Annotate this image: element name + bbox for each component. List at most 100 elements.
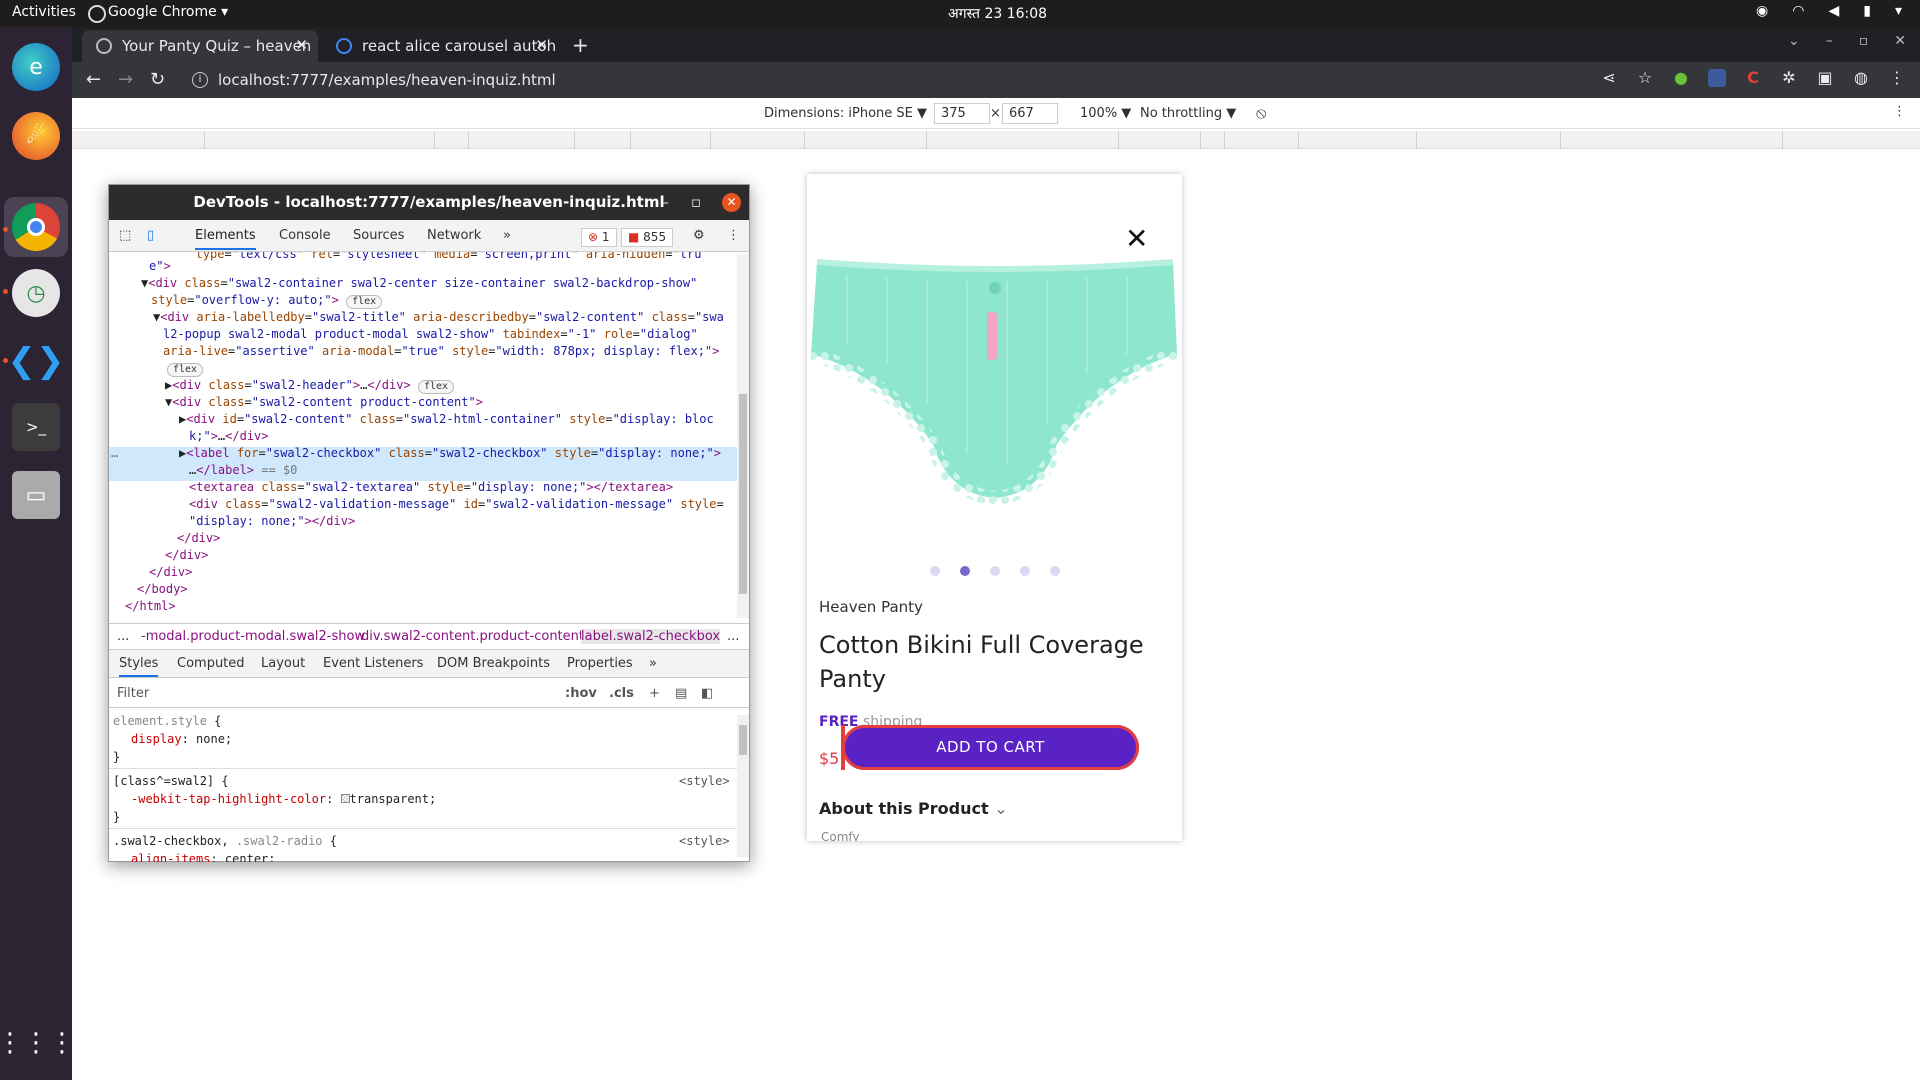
computed-styles-icon[interactable]: ▤	[675, 686, 687, 701]
tab-computed[interactable]: Computed	[177, 656, 245, 671]
c-extension-icon[interactable]: C	[1744, 69, 1762, 87]
running-indicator	[3, 227, 8, 232]
carousel-dot-active[interactable]	[959, 566, 970, 576]
breadcrumb-more-right[interactable]: ...	[727, 629, 739, 644]
breadcrumb-label[interactable]: label.swal2-checkbox	[581, 629, 721, 644]
device-more-icon[interactable]: ⋮	[1893, 104, 1906, 119]
more-tabs-icon[interactable]: »	[503, 228, 511, 243]
address-bar[interactable]: i localhost:7777/examples/heaven-inquiz.…	[184, 66, 1604, 94]
styles-filter-input[interactable]: Filter	[117, 686, 149, 701]
rotate-icon[interactable]: ⦸	[1256, 103, 1266, 123]
breadcrumb-modal[interactable]: -modal.product-modal.swal2-show	[141, 629, 365, 644]
tab-search-icon[interactable]: ⌄	[1788, 33, 1800, 49]
clock[interactable]: अगस्त 23 16:08	[948, 4, 1047, 23]
frog-extension-icon[interactable]: ●	[1672, 69, 1690, 87]
breadcrumb-content[interactable]: div.swal2-content.product-content	[361, 629, 584, 644]
timeshift-icon[interactable]: ◷	[12, 269, 60, 317]
cls-toggle[interactable]: .cls	[609, 686, 634, 701]
settings-gear-icon[interactable]: ⚙	[693, 228, 705, 243]
share-icon[interactable]: ⋖	[1600, 69, 1618, 87]
puzzle-extensions-icon[interactable]: ✲	[1780, 69, 1798, 87]
devtools-window: DevTools - localhost:7777/examples/heave…	[108, 184, 750, 862]
chrome-menu-icon[interactable]: ⋮	[1888, 69, 1906, 87]
tab-elements[interactable]: Elements	[195, 228, 256, 250]
media-query-ruler[interactable]	[72, 131, 1920, 149]
viewport-height-input[interactable]	[1002, 103, 1058, 124]
hov-toggle[interactable]: :hov	[565, 686, 597, 701]
breadcrumb-more-left[interactable]: ...	[117, 629, 129, 644]
tab-network[interactable]: Network	[427, 228, 481, 243]
extension-icon[interactable]	[1708, 69, 1726, 87]
warning-count-badge[interactable]: ■ 855	[621, 228, 674, 247]
carousel-dot[interactable]	[1049, 566, 1060, 576]
inspect-element-icon[interactable]: ⬚	[119, 228, 131, 243]
device-dimensions-select[interactable]: Dimensions: iPhone SE ▼	[764, 106, 927, 121]
more-style-tabs-icon[interactable]: »	[649, 656, 657, 671]
devtools-menu-icon[interactable]: ⋮	[727, 228, 740, 243]
app-menu[interactable]: Google Chrome ▾	[87, 4, 228, 23]
style-rules[interactable]: element.style { display: none; } [class^…	[109, 708, 737, 862]
site-info-icon[interactable]: i	[192, 72, 208, 88]
styles-filter-bar: Filter :hov .cls + ▤ ◧	[109, 678, 749, 708]
tab-panty-quiz[interactable]: Your Panty Quiz – heaven ✕	[82, 30, 318, 62]
product-description-preview: Comfy	[821, 830, 860, 841]
device-toggle-icon[interactable]: ▯	[147, 228, 154, 243]
elements-dom-tree[interactable]: type="text/css" rel="stylesheet" media="…	[109, 252, 737, 620]
vscode-icon[interactable]: ❮❯	[8, 337, 65, 385]
close-modal-button[interactable]: ✕	[1125, 222, 1148, 255]
close-icon[interactable]: ✕	[722, 193, 741, 212]
about-product-toggle[interactable]: About this Product ⌄	[819, 799, 1008, 818]
minimize-icon[interactable]: –	[662, 185, 670, 220]
tab-react-alice[interactable]: react alice carousel autoh ✕	[322, 30, 558, 62]
firefox-icon[interactable]: ☄	[12, 112, 60, 160]
tab-layout[interactable]: Layout	[261, 656, 305, 671]
carousel-dot[interactable]	[989, 566, 1000, 576]
minimize-icon[interactable]: –	[1826, 33, 1833, 49]
dom-tree-scrollbar[interactable]	[737, 254, 749, 618]
bookmark-star-icon[interactable]: ☆	[1636, 69, 1654, 87]
close-tab-icon[interactable]: ✕	[295, 36, 308, 54]
carousel-dot[interactable]	[929, 566, 940, 576]
files-icon[interactable]: ▭	[12, 471, 60, 519]
product-image[interactable]	[807, 254, 1182, 514]
tab-styles[interactable]: Styles	[119, 656, 159, 677]
devtools-titlebar[interactable]: DevTools - localhost:7777/examples/heave…	[109, 185, 749, 220]
throttling-select[interactable]: No throttling ▼	[1140, 106, 1236, 121]
apps-grid-icon[interactable]: ⋮⋮⋮	[0, 1019, 75, 1067]
styles-scrollbar[interactable]	[737, 715, 749, 857]
carousel-dot[interactable]	[1019, 566, 1030, 576]
zoom-select[interactable]: 100% ▼	[1080, 106, 1131, 121]
devtools-title: DevTools - localhost:7777/examples/heave…	[193, 193, 665, 211]
add-to-cart-button[interactable]: ADD TO CART	[841, 725, 1139, 770]
tab-event-listeners[interactable]: Event Listeners	[323, 656, 423, 671]
tab-properties[interactable]: Properties	[567, 656, 633, 671]
product-brand: Heaven Panty	[819, 598, 923, 616]
system-tray[interactable]: ◉ ◠ ◀ ▮ ▾	[1756, 3, 1902, 19]
close-window-icon[interactable]: ✕	[1894, 33, 1906, 49]
url-text: localhost:7777/examples/heaven-inquiz.ht…	[218, 71, 556, 89]
tab-dom-breakpoints[interactable]: DOM Breakpoints	[437, 656, 550, 671]
forward-icon[interactable]: →	[118, 69, 133, 90]
chrome-icon[interactable]	[12, 203, 60, 251]
maximize-icon[interactable]: ▫	[691, 185, 701, 220]
tab-console[interactable]: Console	[279, 228, 331, 243]
devtools-tabbar: ⬚ ▯ Elements Console Sources Network » ⊗…	[109, 220, 749, 252]
tab-sources[interactable]: Sources	[353, 228, 404, 243]
page-favicon-icon	[96, 38, 112, 54]
activities-button[interactable]: Activities	[12, 4, 76, 20]
new-tab-button[interactable]: +	[572, 33, 589, 57]
sidepanel-icon[interactable]: ▣	[1816, 69, 1834, 87]
terminal-icon[interactable]: >_	[12, 403, 60, 451]
close-tab-icon[interactable]: ✕	[535, 36, 548, 54]
window-controls: ⌄ – ▫ ✕	[1788, 33, 1906, 49]
edge-icon[interactable]: e	[12, 43, 60, 91]
maximize-icon[interactable]: ▫	[1859, 33, 1869, 49]
back-icon[interactable]: ←	[86, 69, 101, 90]
viewport-width-input[interactable]	[934, 103, 990, 124]
profile-avatar[interactable]: ◍	[1852, 69, 1870, 87]
reload-icon[interactable]: ↻	[150, 69, 165, 90]
toggle-sidebar-icon[interactable]: ◧	[701, 686, 713, 701]
error-count-badge[interactable]: ⊗ 1	[581, 228, 617, 247]
extensions-area: ⋖ ☆ ● C ✲ ▣ ◍ ⋮	[1600, 69, 1906, 87]
new-style-rule-icon[interactable]: +	[649, 686, 660, 701]
